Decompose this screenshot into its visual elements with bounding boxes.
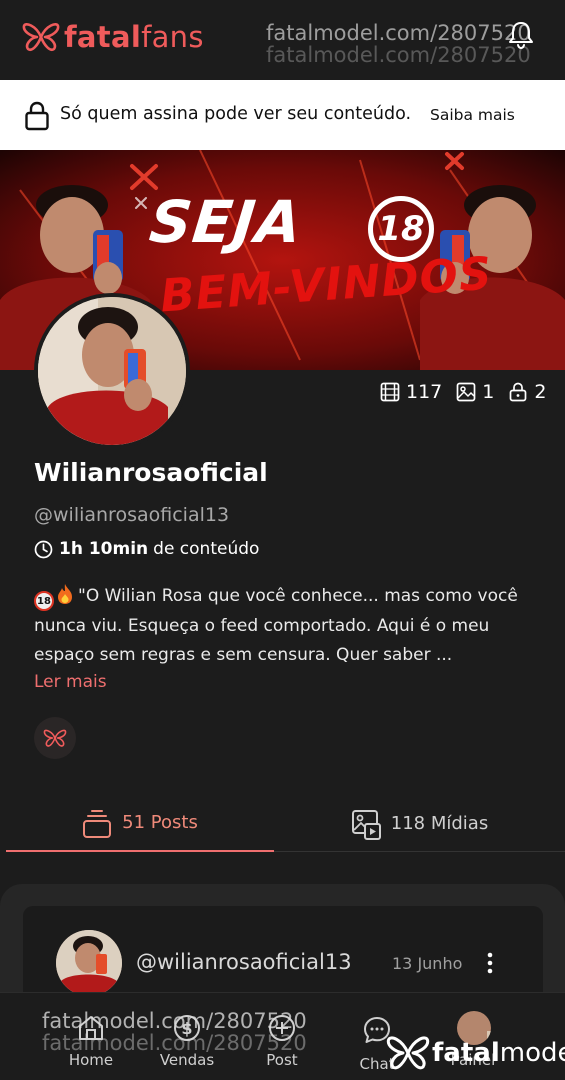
tab-posts[interactable]: 51 Posts [6,795,274,852]
post-avatar[interactable] [56,930,122,996]
bio-text: "O Wilian Rosa que você conhece... mas c… [34,586,518,665]
image-count-value: 1 [482,381,495,403]
profile-name: Wilianrosaoficial [34,458,268,487]
profile-handle: @wilianrosaoficial13 [34,504,230,526]
duration-value: 1h 10min [59,539,149,559]
brand-logo[interactable]: fatalfans [22,20,204,54]
avatar-photo [38,297,186,445]
more-options-icon[interactable] [480,950,500,976]
video-count-value: 117 [406,381,443,403]
butterfly-icon [43,729,67,747]
fatalfans-badge[interactable] [34,717,76,759]
video-count: 117 [380,381,442,403]
learn-more-link[interactable]: Saiba mais [430,106,515,124]
profile-avatar[interactable] [34,293,190,449]
tab-media-label: 118 Mídias [390,813,489,834]
lock-icon [25,101,49,131]
content-duration: 1h 10min de conteúdo [34,539,259,559]
fire-icon [58,584,72,604]
lock-icon [510,382,527,402]
image-icon [456,382,476,402]
subscription-notice: Só quem assina pode ver seu conteúdo. Sa… [0,80,565,150]
top-bar: fatalfans fatalmodel.com/2807520 fatalmo… [0,0,565,80]
locked-count: 2 [508,381,546,403]
media-counts: 117 1 2 [380,381,546,403]
film-icon [380,382,400,402]
watermark-url-bottom: fatalmodel.com/2807520 fatalmodel.com/28… [42,1009,307,1055]
brand-name: fatalfans [64,20,204,54]
bell-icon[interactable] [507,20,535,50]
post-avatar-photo [56,930,122,996]
profile-bio: 18 "O Wilian Rosa que você conhece... mas… [34,582,534,671]
post-date: 13 Junho [392,954,463,973]
watermark-url: fatalmodel.com/2807520 fatalmodel.com/28… [266,21,531,67]
butterfly-watermark-icon [386,1036,430,1070]
watermark-brand: fatalmodel [432,1038,565,1068]
post-author-handle[interactable]: @wilianrosaoficial13 [136,950,352,974]
tab-media[interactable]: 118 Mídias [274,795,565,852]
tab-posts-label: 51 Posts [122,812,198,833]
read-more-link[interactable]: Ler mais [34,672,107,692]
content-tabs: 51 Posts 118 Mídias [6,795,565,852]
watermark-logo: fatalmodel [386,1034,565,1072]
media-icon [351,809,381,840]
notice-text: Só quem assina pode ver seu conteúdo. [60,104,412,124]
image-count: 1 [456,381,494,403]
clock-icon [34,540,53,558]
banner-title: SEJA [146,188,306,256]
adults-only-icon: 18 [34,591,54,611]
butterfly-logo-icon [22,23,60,51]
stack-icon [83,809,112,838]
locked-count-value: 2 [534,381,547,403]
duration-suffix: de conteúdo [153,539,260,559]
